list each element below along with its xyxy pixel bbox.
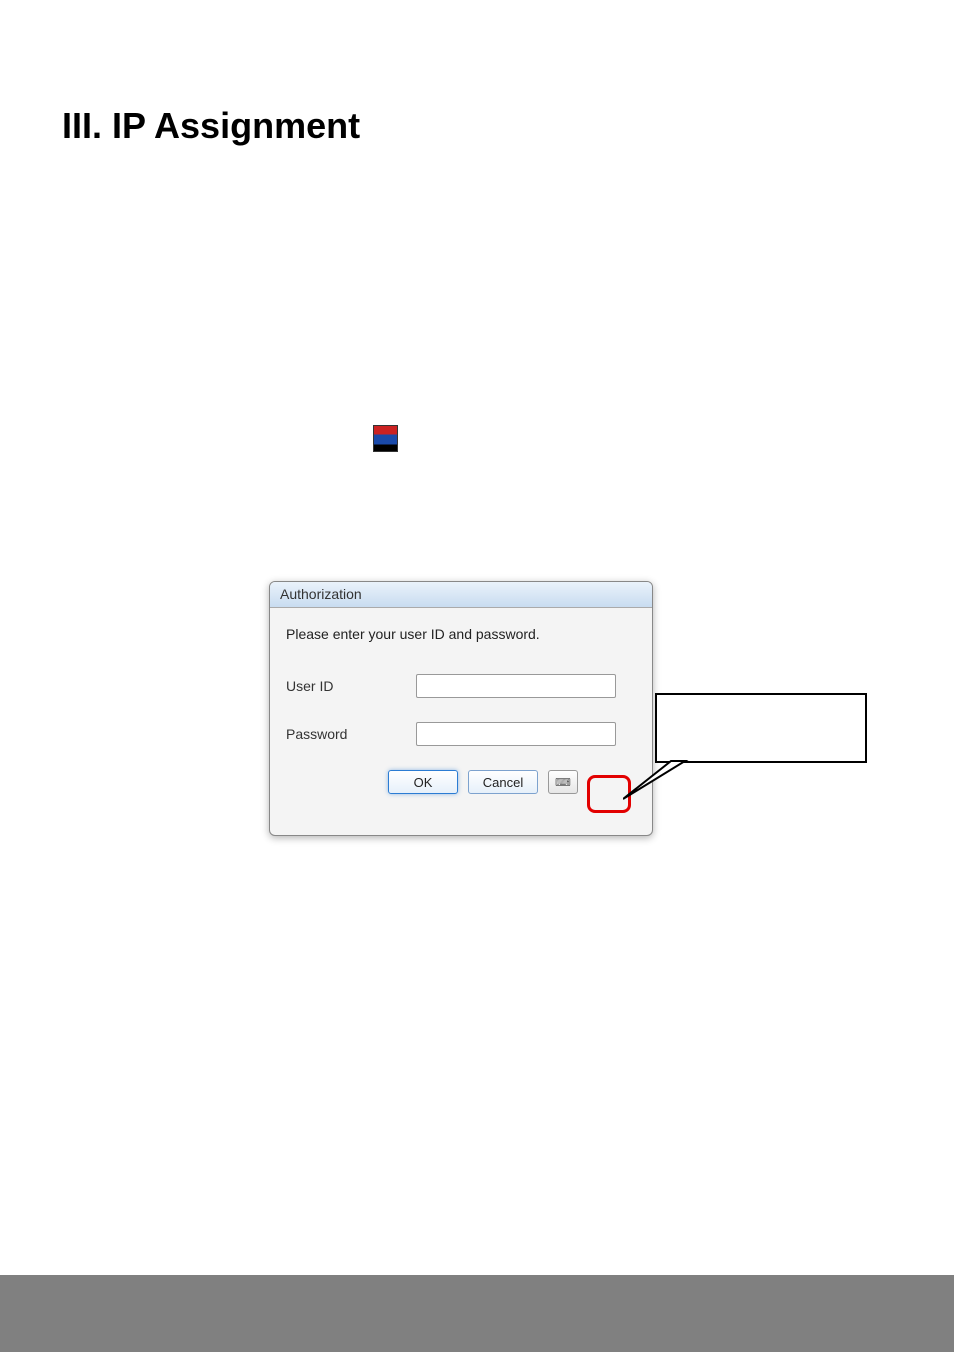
app-shortcut-icon	[373, 425, 398, 452]
password-input[interactable]	[416, 722, 616, 746]
user-id-input[interactable]	[416, 674, 616, 698]
dialog-body: Please enter your user ID and password. …	[270, 608, 652, 804]
cancel-button[interactable]: Cancel	[468, 770, 538, 794]
user-id-row: User ID	[286, 674, 636, 698]
keyboard-icon: ⌨	[555, 776, 571, 789]
password-row: Password	[286, 722, 636, 746]
ok-button[interactable]: OK	[388, 770, 458, 794]
footer-bar	[0, 1275, 954, 1352]
button-row: OK Cancel ⌨	[308, 770, 658, 794]
virtual-keyboard-button[interactable]: ⌨	[548, 770, 578, 794]
password-label: Password	[286, 726, 416, 742]
callout-box	[655, 693, 867, 763]
dialog-title: Authorization	[270, 582, 652, 608]
dialog-message: Please enter your user ID and password.	[286, 626, 636, 642]
user-id-label: User ID	[286, 678, 416, 694]
authorization-dialog: Authorization Please enter your user ID …	[269, 581, 653, 836]
page-heading: III. IP Assignment	[62, 105, 360, 147]
